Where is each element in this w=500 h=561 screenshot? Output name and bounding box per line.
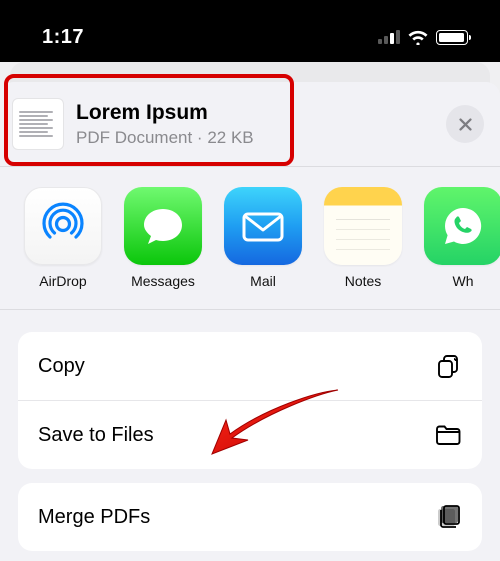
notes-icon bbox=[324, 187, 402, 265]
wifi-icon bbox=[408, 30, 428, 45]
status-bar: 1:17 bbox=[0, 0, 500, 62]
file-type: PDF Document bbox=[76, 128, 192, 147]
action-list-secondary: Merge PDFs bbox=[18, 483, 482, 551]
share-app-label: Notes bbox=[345, 273, 382, 289]
share-app-notes[interactable]: Notes bbox=[324, 187, 402, 289]
share-app-label: AirDrop bbox=[39, 273, 86, 289]
messages-icon bbox=[124, 187, 202, 265]
close-button[interactable] bbox=[446, 105, 484, 143]
action-list: Copy Save to Files bbox=[18, 332, 482, 469]
file-header: Lorem Ipsum PDF Document · 22 KB bbox=[0, 82, 500, 166]
share-apps-row: AirDrop Messages Mail Notes Wh bbox=[0, 166, 500, 310]
stack-icon bbox=[434, 503, 462, 531]
action-copy[interactable]: Copy bbox=[18, 332, 482, 400]
action-label: Copy bbox=[38, 355, 85, 378]
share-app-whatsapp[interactable]: Wh bbox=[424, 187, 500, 289]
share-app-mail[interactable]: Mail bbox=[224, 187, 302, 289]
action-merge-pdfs[interactable]: Merge PDFs bbox=[18, 483, 482, 551]
file-size: 22 KB bbox=[207, 128, 253, 147]
share-app-label: Mail bbox=[250, 273, 276, 289]
mail-icon bbox=[224, 187, 302, 265]
share-app-messages[interactable]: Messages bbox=[124, 187, 202, 289]
share-app-label: Messages bbox=[131, 273, 195, 289]
battery-icon bbox=[436, 30, 468, 45]
file-subtitle: PDF Document · 22 KB bbox=[76, 128, 434, 148]
share-app-label: Wh bbox=[453, 273, 474, 289]
close-icon bbox=[457, 116, 474, 133]
share-app-airdrop[interactable]: AirDrop bbox=[24, 187, 102, 289]
file-thumbnail-icon bbox=[12, 98, 64, 150]
action-label: Save to Files bbox=[38, 424, 154, 447]
copy-icon bbox=[434, 352, 462, 380]
cellular-signal-icon bbox=[378, 30, 400, 44]
status-time: 1:17 bbox=[42, 26, 84, 49]
action-label: Merge PDFs bbox=[38, 506, 150, 529]
action-save-to-files[interactable]: Save to Files bbox=[18, 400, 482, 469]
folder-icon bbox=[434, 421, 462, 449]
file-title: Lorem Ipsum bbox=[76, 100, 434, 125]
file-info: Lorem Ipsum PDF Document · 22 KB bbox=[76, 100, 434, 147]
share-sheet: Lorem Ipsum PDF Document · 22 KB AirDrop… bbox=[0, 82, 500, 561]
whatsapp-icon bbox=[424, 187, 500, 265]
airdrop-icon bbox=[24, 187, 102, 265]
status-indicators bbox=[378, 30, 468, 45]
